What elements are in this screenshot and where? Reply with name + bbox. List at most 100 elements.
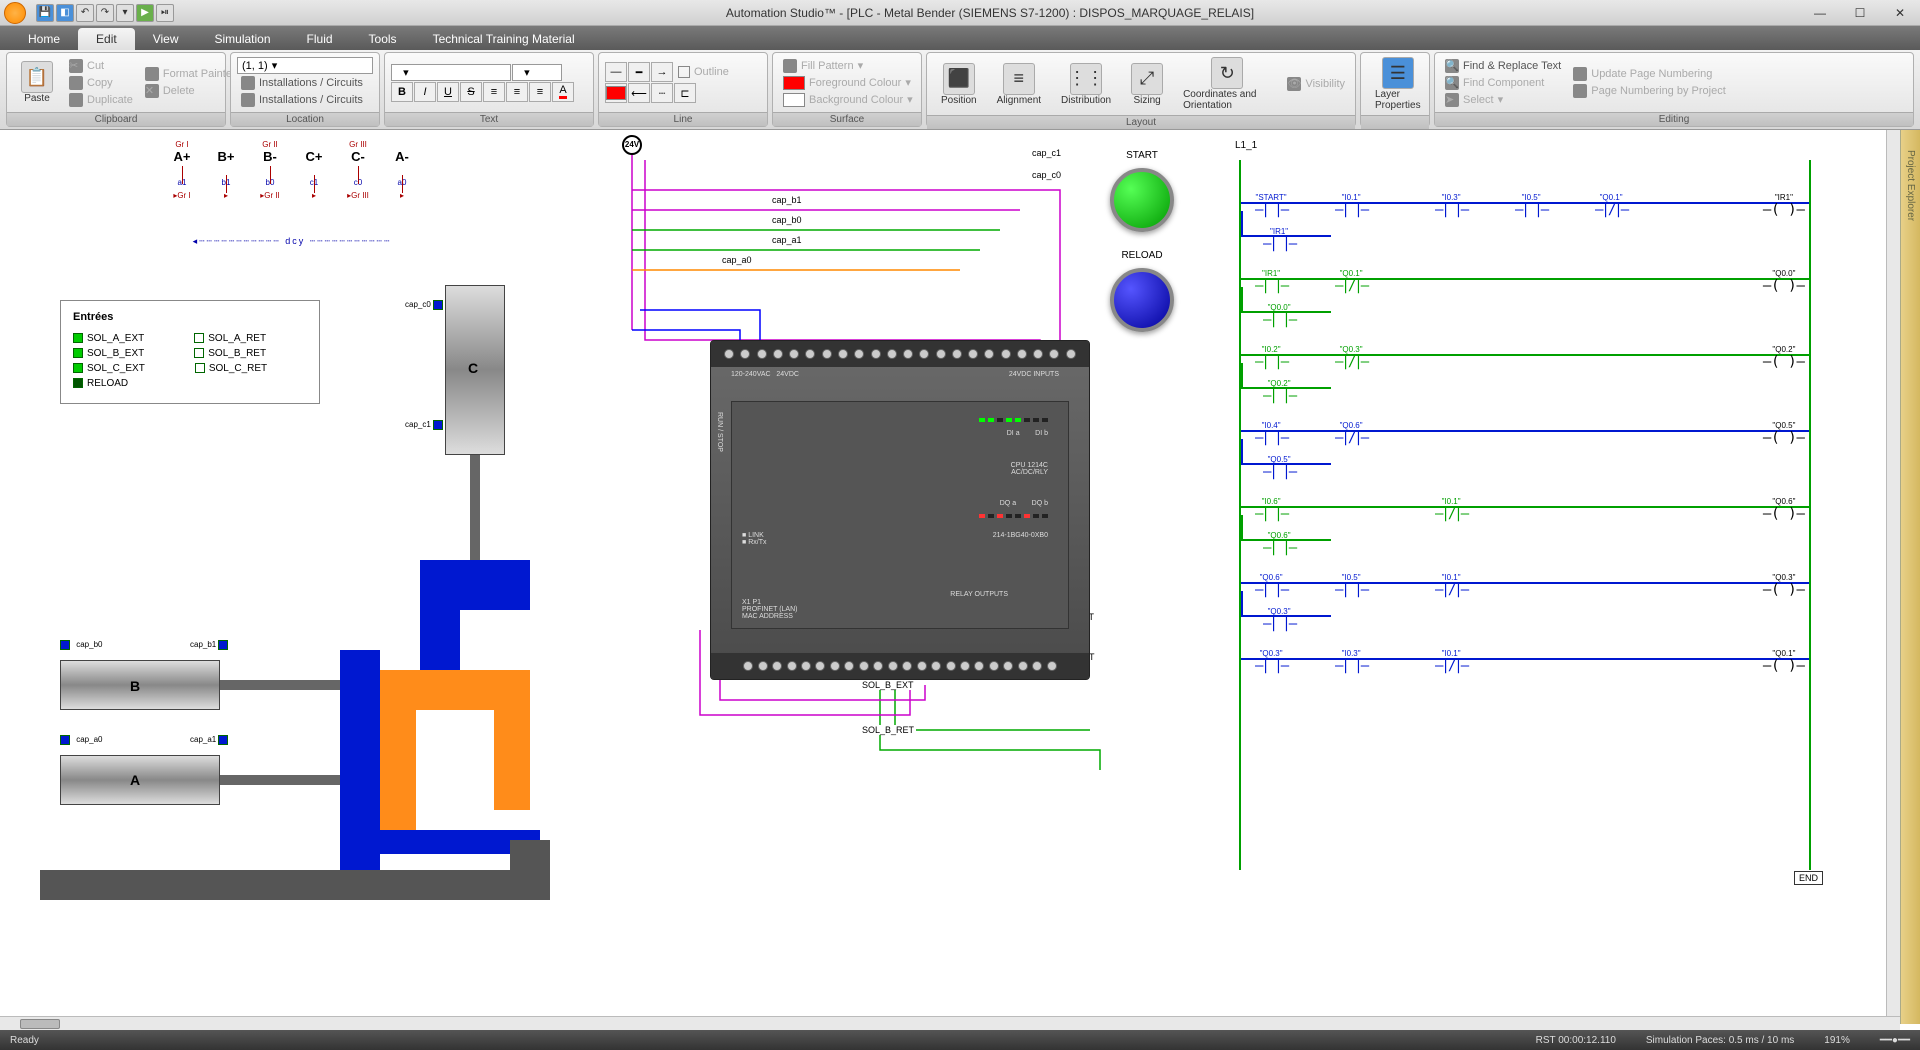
terminal <box>743 661 753 671</box>
visibility-button[interactable]: 👁Visibility <box>1283 76 1349 92</box>
qat-btn[interactable]: ▾ <box>116 4 134 22</box>
align-left-button[interactable]: ≡ <box>483 82 505 102</box>
zoom-slider[interactable]: ━━●━━ <box>1880 1035 1910 1046</box>
terminal <box>789 349 799 359</box>
delete-button[interactable]: ✕Delete <box>141 83 240 99</box>
terminal <box>989 661 999 671</box>
ladder-contact: "Q0.3"—| |— <box>1255 649 1287 674</box>
ladder-rung: "I0.6"—| |—"I0.1"—|∕|—"Q0.6"—( )—"Q0.6"—… <box>1235 487 1815 527</box>
status-zoom[interactable]: 191% <box>1824 1035 1850 1046</box>
sensor-label: cap_a0 <box>60 735 102 745</box>
qat-undo-icon[interactable]: ↶ <box>76 4 94 22</box>
ladder-contact: "Q0.2"—| |— <box>1263 379 1295 404</box>
tab-view[interactable]: View <box>135 28 197 50</box>
tab-edit[interactable]: Edit <box>78 28 135 50</box>
machine-diagram: C cap_c0 cap_c1 cap_b0 cap_b1 B cap_a0 c… <box>40 270 540 900</box>
installations-button-1[interactable]: Installations / Circuits <box>237 75 373 91</box>
line-arrow-button[interactable]: → <box>651 62 673 82</box>
status-bar: Ready RST 00:00:12.110 Simulation Paces:… <box>0 1030 1920 1050</box>
page-icon <box>1573 67 1587 81</box>
minimize-button[interactable]: — <box>1800 0 1840 26</box>
tab-technical-training[interactable]: Technical Training Material <box>415 28 593 50</box>
qat-play-icon[interactable]: ▶ <box>136 4 154 22</box>
select-button[interactable]: ➤Select ▾ <box>1441 92 1565 108</box>
cut-button[interactable]: ✂Cut <box>65 58 137 74</box>
scissors-icon: ✂ <box>69 59 83 73</box>
layer-properties-button[interactable]: ☰Layer Properties <box>1367 55 1429 113</box>
terminal <box>888 661 898 671</box>
qat-redo-icon[interactable]: ↷ <box>96 4 114 22</box>
line-weight-button[interactable]: ━ <box>628 62 650 82</box>
line-cap-button[interactable]: ⊏ <box>674 83 696 103</box>
fill-icon <box>783 59 797 73</box>
distribution-button[interactable]: ⋮⋮Distribution <box>1053 61 1119 108</box>
italic-button[interactable]: I <box>414 82 436 102</box>
line-end-button[interactable]: ⟵ <box>628 83 650 103</box>
app-logo-icon[interactable] <box>4 2 26 24</box>
terminal <box>1018 661 1028 671</box>
update-page-button[interactable]: Update Page Numbering <box>1569 66 1730 82</box>
maximize-button[interactable]: ☐ <box>1840 0 1880 26</box>
find-replace-button[interactable]: 🔍Find & Replace Text <box>1441 58 1565 74</box>
ladder-contact: "I0.1"—|∕|— <box>1435 573 1467 598</box>
horizontal-scrollbar[interactable] <box>0 1016 1900 1030</box>
find-component-button[interactable]: 🔍Find Component <box>1441 75 1565 91</box>
duplicate-icon <box>69 93 83 107</box>
tab-home[interactable]: Home <box>10 28 78 50</box>
line-color-button[interactable] <box>605 83 627 103</box>
line-dash-button[interactable]: ┄ <box>651 83 673 103</box>
alignment-button[interactable]: ≡Alignment <box>989 61 1049 108</box>
copy-button[interactable]: Copy <box>65 75 137 91</box>
page-by-project-button[interactable]: Page Numbering by Project <box>1569 83 1730 99</box>
font-color-button[interactable]: A <box>552 82 574 102</box>
sizing-button[interactable]: ⤢Sizing <box>1123 61 1171 108</box>
start-button[interactable] <box>1110 168 1174 232</box>
tab-fluid[interactable]: Fluid <box>289 28 351 50</box>
cursor-icon: ➤ <box>1445 93 1459 107</box>
format-painter-button[interactable]: Format Painter <box>141 66 240 82</box>
diagram-canvas[interactable]: Gr I A+ a1 ▸Gr I B+ b1 ▸ Gr II B- b0 ▸Gr… <box>0 130 1900 1024</box>
tab-simulation[interactable]: Simulation <box>197 28 289 50</box>
project-explorer-tab[interactable]: Project Explorer <box>1900 130 1920 1024</box>
underline-button[interactable]: U <box>437 82 459 102</box>
coords-button[interactable]: ↻Coordinates and Orientation <box>1175 55 1279 113</box>
quick-access-toolbar: 💾 ◧ ↶ ↷ ▾ ▶ ⏯ <box>30 4 180 22</box>
fill-pattern-button[interactable]: Fill Pattern ▾ <box>779 58 917 74</box>
vertical-scrollbar[interactable] <box>1886 130 1900 1016</box>
qat-save-icon[interactable]: 💾 <box>36 4 54 22</box>
font-size-combo[interactable]: ▾ <box>512 64 562 81</box>
font-combo[interactable]: ▾ <box>391 64 511 81</box>
align-right-button[interactable]: ≡ <box>529 82 551 102</box>
reload-button[interactable] <box>1110 268 1174 332</box>
qat-step-icon[interactable]: ⏯ <box>156 4 174 22</box>
line-style-button[interactable]: — <box>605 62 627 82</box>
strike-button[interactable]: S <box>460 82 482 102</box>
ladder-contact: "Q0.0"—| |— <box>1263 303 1295 328</box>
terminal <box>740 349 750 359</box>
bold-button[interactable]: B <box>391 82 413 102</box>
brush-icon <box>145 67 159 81</box>
terminal <box>1003 661 1013 671</box>
fg-color-button[interactable]: Foreground Colour ▾ <box>779 75 917 91</box>
qat-btn[interactable]: ◧ <box>56 4 74 22</box>
terminal <box>903 349 913 359</box>
ladder-coil: "IR1"—( )— <box>1763 193 1805 218</box>
outline-check[interactable]: Outline <box>674 62 733 82</box>
paste-button[interactable]: 📋Paste <box>13 59 61 106</box>
ladder-contact: "Q0.3"—| |— <box>1263 607 1295 632</box>
align-center-button[interactable]: ≡ <box>506 82 528 102</box>
tab-tools[interactable]: Tools <box>351 28 415 50</box>
coord-input[interactable]: (1, 1)▾ <box>237 57 373 74</box>
bg-color-button[interactable]: Background Colour ▾ <box>779 92 917 108</box>
installations-button-2[interactable]: Installations / Circuits <box>237 92 373 108</box>
terminal <box>787 661 797 671</box>
terminal <box>830 661 840 671</box>
sequence-step: B+ b1 ▸ <box>204 149 248 200</box>
ladder-rung: "Q0.6"—| |—"I0.5"—| |—"I0.1"—|∕|—"Q0.3"—… <box>1235 563 1815 603</box>
terminal <box>952 349 962 359</box>
close-button[interactable]: ✕ <box>1880 0 1920 26</box>
position-button[interactable]: ⬛Position <box>933 61 985 108</box>
duplicate-button[interactable]: Duplicate <box>65 92 137 108</box>
delete-icon: ✕ <box>145 84 159 98</box>
ladder-title: L1_1 <box>1235 140 1815 151</box>
